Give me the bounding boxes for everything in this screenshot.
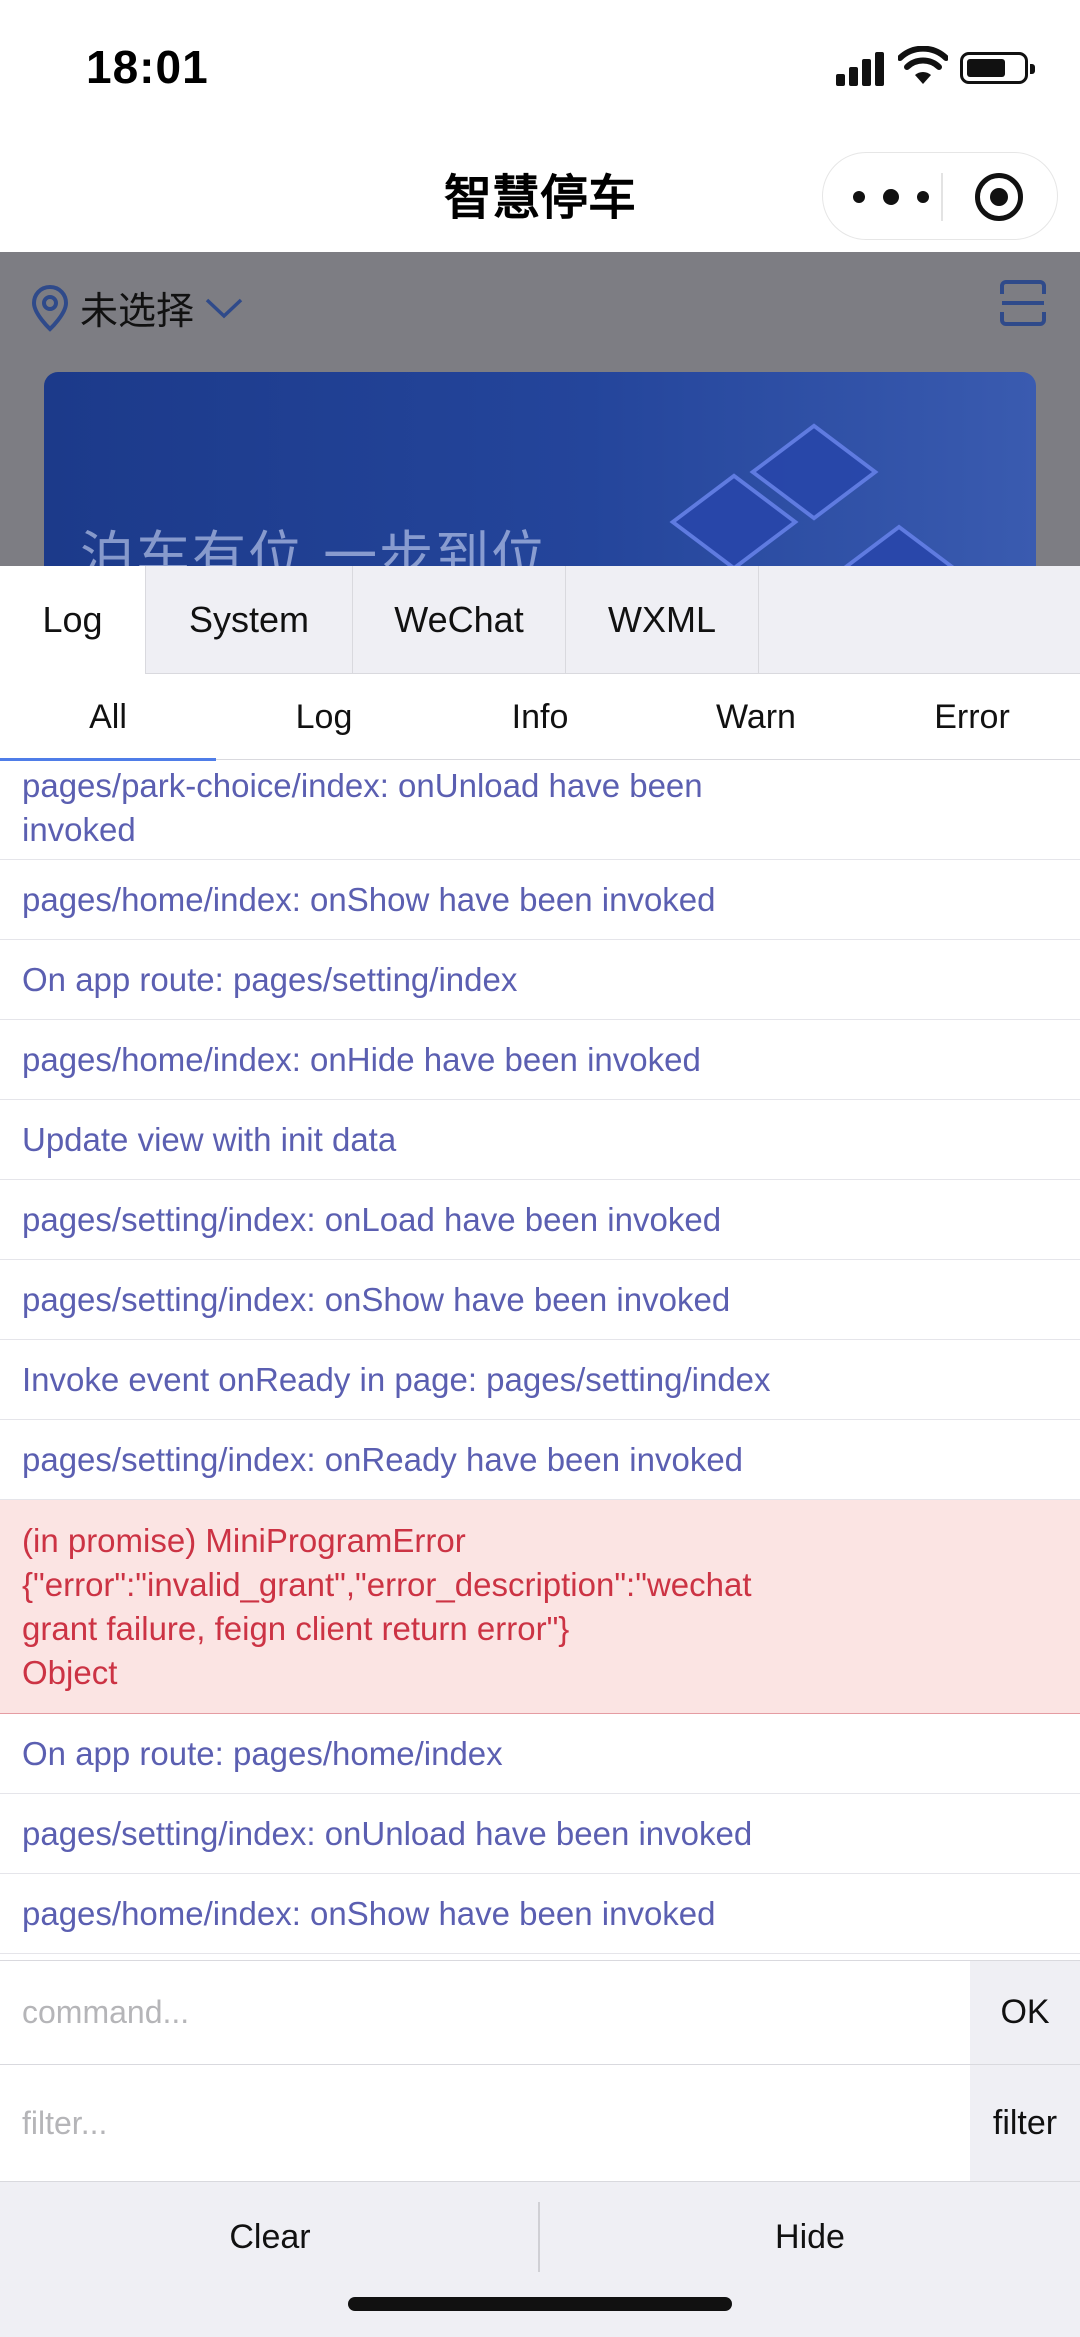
filter-tab-info[interactable]: Info	[432, 674, 648, 760]
log-list[interactable]: pages/park-choice/index: onUnload have b…	[0, 760, 1080, 1957]
log-text: pages/home/index: onShow have been invok…	[22, 1894, 716, 1932]
location-pin-icon	[31, 284, 69, 332]
tab-wechat[interactable]: WeChat	[353, 566, 566, 674]
page-background: 未选择 泊车有位 一步到位	[0, 252, 1080, 566]
hide-button[interactable]: Hide	[540, 2182, 1080, 2292]
status-time: 18:01	[86, 41, 209, 93]
log-text: pages/home/index: onHide have been invok…	[22, 1040, 701, 1078]
log-text: On app route: pages/setting/index	[22, 960, 518, 998]
cellular-signal-icon	[836, 50, 884, 86]
log-entry: Invoke event onReady in page: pages/sett…	[0, 1340, 1080, 1420]
log-text: pages/setting/index: onReady have been i…	[22, 1440, 744, 1478]
console-top-tabs: Log System WeChat WXML	[0, 566, 1080, 674]
error-line: grant failure, feign client return error…	[22, 1609, 570, 1647]
log-entry: pages/setting/index: onReady have been i…	[0, 1420, 1080, 1500]
command-input[interactable]	[0, 1961, 970, 2064]
filter-tab-warn[interactable]: Warn	[648, 674, 864, 760]
command-row: OK	[0, 1960, 1080, 2064]
home-indicator[interactable]	[348, 2297, 732, 2311]
tab-wxml[interactable]: WXML	[566, 566, 759, 674]
log-entry: pages/setting/index: onShow have been in…	[0, 1260, 1080, 1340]
filter-row: filter	[0, 2064, 1080, 2181]
capsule-divider	[941, 173, 943, 221]
filter-tab-log[interactable]: Log	[216, 674, 432, 760]
location-label: 未选择	[80, 289, 195, 333]
filter-button[interactable]: filter	[970, 2065, 1080, 2181]
error-line: (in promise) MiniProgramError	[22, 1521, 466, 1559]
filter-tab-all[interactable]: All	[0, 674, 216, 761]
close-miniprogram-icon[interactable]	[975, 173, 1023, 221]
log-text: pages/home/index: onShow have been invok…	[22, 880, 716, 918]
banner-illustration	[842, 524, 956, 566]
banner-slogan: 泊车有位 一步到位	[80, 525, 548, 566]
filter-tab-error[interactable]: Error	[864, 674, 1080, 760]
tab-system[interactable]: System	[146, 566, 353, 674]
debug-console-panel: Log System WeChat WXML All Log Info Warn…	[0, 566, 1080, 2337]
error-line: {"error":"invalid_grant","error_descript…	[22, 1565, 752, 1603]
log-text: pages/setting/index: onShow have been in…	[22, 1280, 731, 1318]
chevron-down-icon	[205, 298, 243, 318]
more-menu-icon[interactable]	[853, 181, 929, 213]
log-entry: pages/home/index: onShow have been invok…	[0, 860, 1080, 940]
wifi-icon	[898, 46, 948, 84]
command-ok-button[interactable]: OK	[970, 1961, 1080, 2064]
log-entry: On app route: pages/home/index	[0, 1714, 1080, 1794]
clear-button[interactable]: Clear	[0, 2182, 540, 2292]
log-entry: pages/home/index: onShow have been invok…	[0, 1874, 1080, 1954]
log-text: On app route: pages/home/index	[22, 1734, 503, 1772]
navigation-bar: 智慧停车	[0, 130, 1080, 252]
console-footer: Clear Hide	[0, 2181, 1080, 2337]
tab-log[interactable]: Log	[0, 566, 146, 674]
battery-icon	[960, 52, 1035, 84]
log-entry: Update view with init data	[0, 1100, 1080, 1180]
log-text: pages/park-choice/index: onUnload have b…	[22, 766, 703, 848]
scan-icon[interactable]	[998, 278, 1048, 328]
log-level-tabs: All Log Info Warn Error	[0, 674, 1080, 761]
log-entry: pages/home/index: onHide have been invok…	[0, 1020, 1080, 1100]
location-selector[interactable]: 未选择	[30, 280, 244, 335]
filter-input[interactable]	[0, 2065, 970, 2181]
promo-banner[interactable]: 泊车有位 一步到位	[44, 372, 1036, 566]
log-entry: pages/setting/index: onUnload have been …	[0, 1794, 1080, 1874]
log-text: pages/setting/index: onLoad have been in…	[22, 1200, 722, 1238]
log-text: Update view with init data	[22, 1120, 397, 1158]
log-entry-error: (in promise) MiniProgramError {"error":"…	[0, 1500, 1080, 1714]
log-entry: On app route: pages/setting/index	[0, 940, 1080, 1020]
error-line: Object	[22, 1653, 118, 1691]
log-entry: pages/park-choice/index: onUnload have b…	[0, 760, 1080, 860]
status-bar: 18:01	[0, 0, 1080, 130]
log-text: Invoke event onReady in page: pages/sett…	[22, 1360, 771, 1398]
log-entry: pages/setting/index: onLoad have been in…	[0, 1180, 1080, 1260]
log-text: pages/setting/index: onUnload have been …	[22, 1814, 753, 1852]
miniprogram-capsule	[822, 152, 1058, 240]
